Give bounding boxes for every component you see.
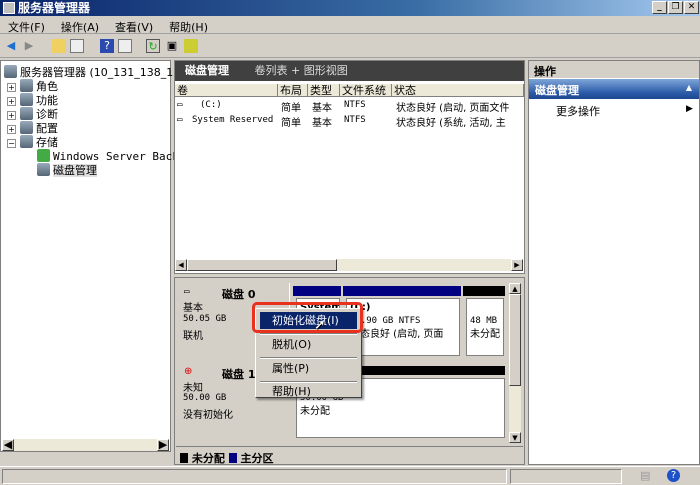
disk-unknown-icon: ⊕ [184, 366, 193, 377]
scroll-left-button[interactable]: ◀ [175, 259, 187, 271]
column-layout[interactable]: 布局 [278, 84, 308, 97]
partition-bar-primary [343, 286, 461, 296]
toolbar: ◀ ▶ ? ↻ ▣ [0, 35, 700, 58]
backup-icon [37, 149, 50, 162]
column-volume[interactable]: 卷 [175, 84, 278, 97]
horizontal-scrollbar[interactable] [187, 259, 511, 271]
scroll-right-button[interactable]: ▶ [511, 259, 523, 271]
scroll-right-button[interactable]: ▶ [157, 439, 169, 451]
forward-icon[interactable]: ▶ [22, 39, 36, 53]
submenu-arrow-icon: ▶ [686, 104, 693, 114]
expand-icon[interactable]: + [7, 83, 16, 92]
column-type[interactable]: 类型 [308, 84, 340, 97]
partition-bar-unallocated [463, 286, 505, 296]
legend: 未分配 主分区 [180, 450, 274, 466]
title-bar: 服务器管理器 [0, 0, 700, 16]
printer-icon[interactable]: ▤ [640, 469, 650, 482]
console-tree: 服务器管理器 (10_131_138_117 + 角色 + 功能 + 诊断 + 配置 −… [0, 60, 192, 452]
collapse-icon[interactable]: − [7, 139, 16, 148]
menu-separator [260, 357, 357, 359]
export-icon[interactable] [184, 39, 198, 53]
refresh-icon[interactable]: ↻ [146, 39, 160, 53]
collapse-icon[interactable]: ▲ [686, 83, 692, 92]
horizontal-scrollbar-track[interactable] [14, 439, 157, 451]
scroll-thumb[interactable] [509, 294, 521, 386]
view-mode: 卷列表 + 图形视图 [254, 64, 348, 77]
scroll-thumb[interactable] [187, 259, 337, 271]
menu-help[interactable]: 帮助(H) [161, 16, 216, 35]
diagnostics-icon [20, 107, 33, 120]
window-title: 服务器管理器 [18, 1, 91, 15]
menu-item-offline[interactable]: 脱机(O) [260, 336, 357, 353]
menu-separator [260, 333, 357, 335]
mouse-cursor-icon: ➚ [314, 317, 326, 333]
back-icon[interactable]: ◀ [4, 39, 18, 53]
actions-pane [528, 60, 700, 465]
minimize-button[interactable]: _ [652, 1, 667, 14]
menu-item-properties[interactable]: 属性(P) [260, 360, 357, 377]
menu-item-help[interactable]: 帮助(H) [260, 383, 357, 400]
expand-icon[interactable]: + [7, 111, 16, 120]
show-hide-tree-icon[interactable] [70, 39, 84, 53]
actions-title: 操作 [529, 61, 699, 78]
volume-icon: ▭ [177, 100, 183, 110]
help-icon[interactable]: ? [100, 39, 114, 53]
show-action-pane-icon[interactable] [118, 39, 132, 53]
scroll-down-button[interactable]: ▼ [509, 432, 521, 443]
status-bar: ▤ ? [0, 466, 700, 485]
center-title: 磁盘管理 [185, 64, 229, 77]
tree-item-storage[interactable]: − 存储 [7, 134, 58, 150]
legend-swatch-primary [228, 453, 237, 463]
help-icon[interactable]: ? [667, 469, 680, 482]
column-filesystem[interactable]: 文件系统 [340, 84, 392, 97]
scroll-left-button[interactable]: ◀ [2, 439, 14, 451]
column-status[interactable]: 状态 [392, 84, 524, 97]
properties-icon[interactable]: ▣ [165, 39, 179, 53]
tree-item-windows-server-backup[interactable]: Windows Server Backup [37, 149, 192, 163]
legend-swatch-unallocated [180, 453, 188, 463]
partition-bar-primary [293, 286, 341, 296]
disk-management-icon [37, 163, 50, 176]
status-panel [2, 469, 507, 484]
actions-section-disk-management[interactable]: 磁盘管理 ▲ [529, 79, 699, 99]
configuration-icon [20, 121, 33, 134]
partition-c[interactable]: (C:)49.90 GB NTFS状态良好 (启动, 页面 [346, 298, 460, 356]
scroll-up-button[interactable]: ▲ [509, 283, 521, 294]
vertical-scrollbar[interactable] [509, 294, 521, 432]
highlight-callout [252, 302, 363, 333]
partition-unallocated-0[interactable]: 48 MB 未分配 [466, 298, 504, 356]
status-panel [510, 469, 622, 484]
app-icon [3, 2, 15, 14]
expand-icon[interactable]: + [7, 97, 16, 106]
menu-bar: 文件(F) 操作(A) 查看(V) 帮助(H) [0, 16, 700, 34]
restore-button[interactable]: ❐ [668, 1, 683, 14]
roles-icon [20, 79, 33, 92]
tree-item-disk-management[interactable]: 磁盘管理 [37, 162, 97, 178]
volume-icon: ▭ [177, 115, 183, 125]
up-folder-icon[interactable] [52, 39, 66, 53]
close-button[interactable]: ✕ [684, 1, 699, 14]
menu-action[interactable]: 操作(A) [53, 16, 107, 35]
menu-file[interactable]: 文件(F) [0, 16, 53, 35]
divider [176, 446, 523, 447]
server-icon [4, 65, 17, 78]
menu-view[interactable]: 查看(V) [107, 16, 161, 35]
center-header: 磁盘管理 卷列表 + 图形视图 [175, 61, 524, 81]
storage-icon [20, 135, 33, 148]
features-icon [20, 93, 33, 106]
action-more-actions[interactable]: 更多操作 [556, 103, 600, 119]
expand-icon[interactable]: + [7, 125, 16, 134]
disk-icon: ▭ [184, 287, 190, 297]
